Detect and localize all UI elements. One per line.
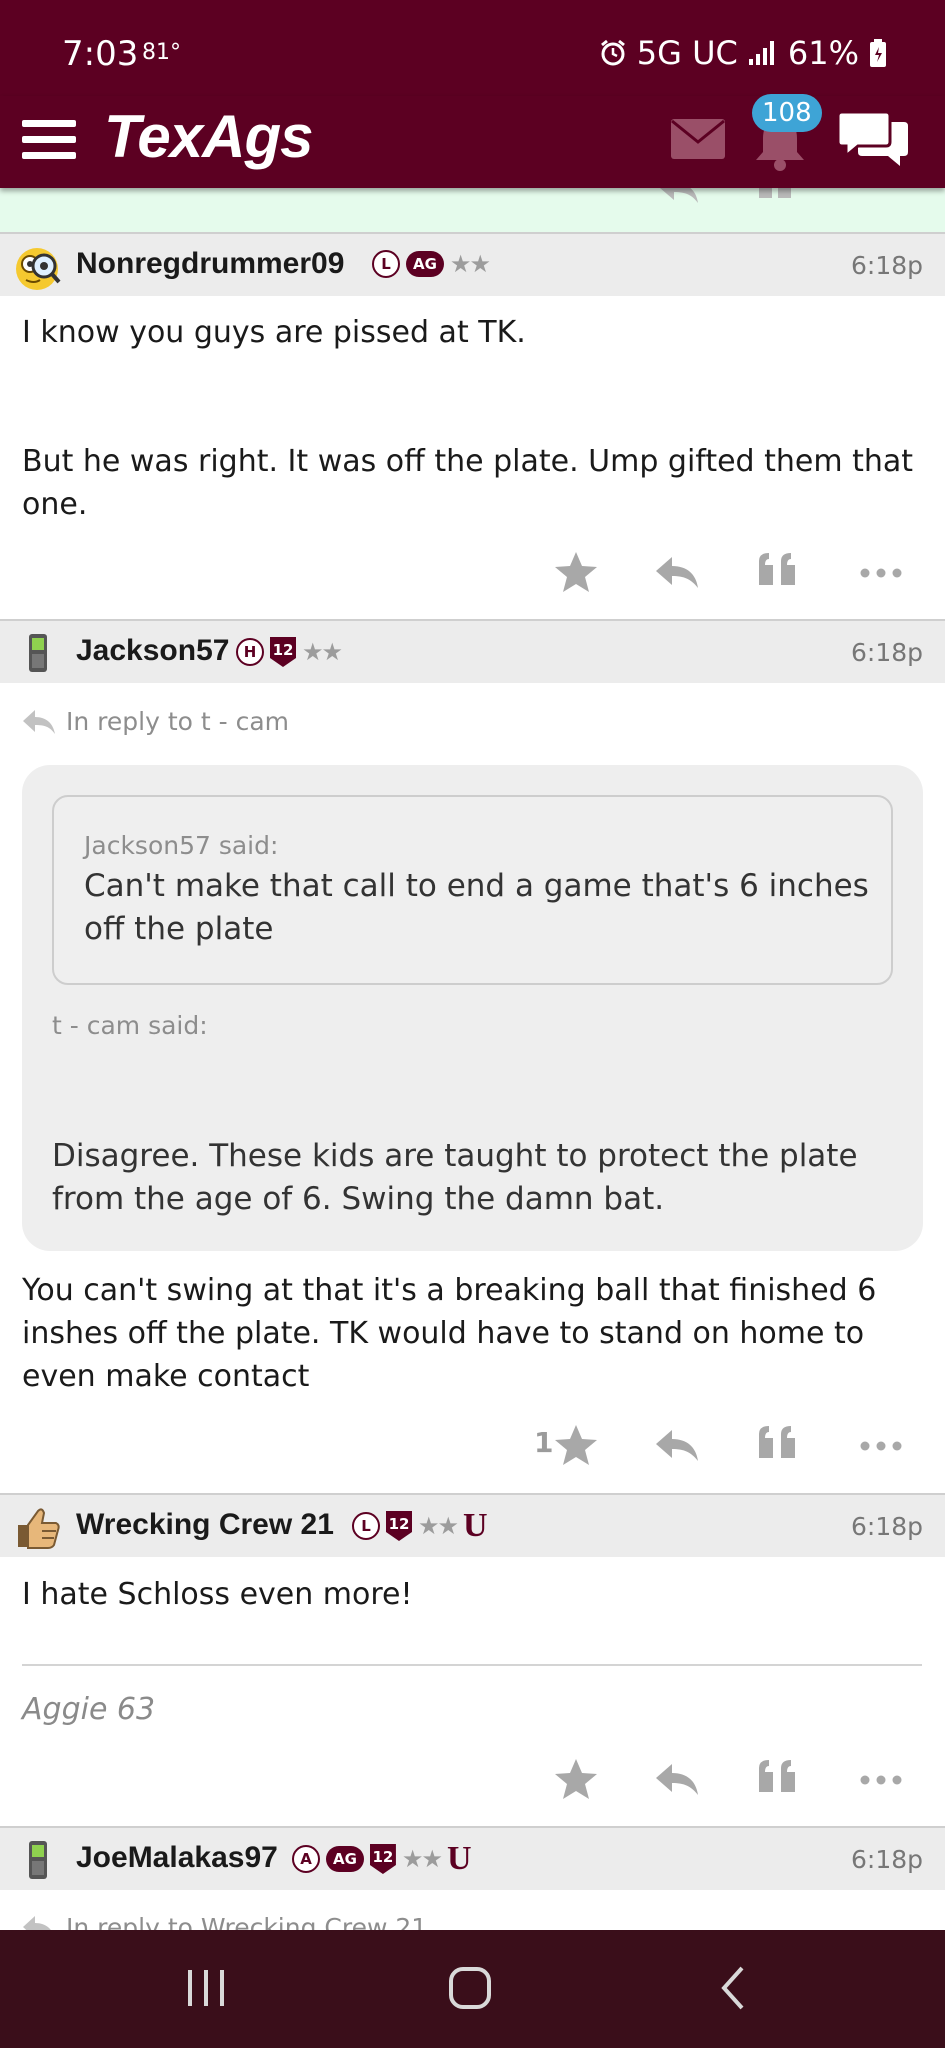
user-badges: L AG ★★ [372,250,491,278]
post-body-line: I know you guys are pissed at TK. [22,315,526,350]
phone-avatar[interactable] [12,1836,62,1886]
star-icon[interactable] [553,1756,599,1802]
reply-icon[interactable] [654,1422,700,1468]
signal-icon [748,41,774,65]
nested-quote: Jackson57 said: Can't make that call to … [52,795,893,985]
badge-stars: ★★ [418,1512,459,1540]
phone-avatar[interactable] [12,629,62,679]
post-time: 6:18p [850,251,923,280]
status-time: 7:03 [62,34,139,74]
more-icon[interactable] [858,549,904,595]
quote-icon[interactable] [755,1422,801,1468]
badge-ag: AG [406,251,444,277]
user-badges: A AG 12 ★★ U [292,1840,472,1877]
reply-to-label: In reply to t - cam [66,706,290,736]
star-count: 1 [534,1426,554,1459]
username[interactable]: Wrecking Crew 21 [76,1508,334,1542]
badge-ag: AG [326,1846,364,1872]
post-header: Jackson57 H 12 ★★ 6:18p [0,619,945,683]
texags-logo[interactable]: TexAgs [104,102,314,171]
badge-u: U [446,1840,472,1877]
badge-12: 12 [270,637,296,667]
post-body: You can't swing at that it's a breaking … [22,1273,877,1394]
signature-divider [22,1664,922,1666]
badge-12: 12 [369,1844,396,1874]
post-time: 6:18p [850,1845,923,1874]
user-badges: L 12 ★★ U [352,1507,488,1544]
quote-author: t - cam said: [52,1011,208,1040]
quote-icon[interactable] [755,549,801,595]
quote-block: Jackson57 said: Can't make that call to … [22,765,923,1251]
reply-icon[interactable] [654,549,700,595]
quote-icon[interactable] [757,188,795,206]
post-header: Nonregdrummer09 L AG ★★ 6:18p [0,232,945,296]
recent-apps-icon[interactable] [186,1964,226,2012]
menu-icon[interactable] [22,114,78,164]
status-right: 5G UC 61% [599,34,887,72]
post-body: I hate Schloss even more! [22,1577,413,1612]
thumbs-up-avatar[interactable] [12,1503,62,1553]
username[interactable]: Nonregdrummer09 [76,247,344,281]
battery-percent: 61% [787,34,859,72]
notification-badge[interactable]: 108 [752,94,822,132]
more-icon[interactable] [858,1422,904,1468]
badge-u: U [463,1507,488,1544]
badge-stars: ★★ [302,638,343,666]
more-icon[interactable] [858,1756,904,1802]
post-actions [0,541,945,601]
user-badges: H 12 ★★ [236,637,343,667]
post-header: JoeMalakas97 A AG 12 ★★ U 6:18p [0,1826,945,1890]
alarm-icon [600,39,625,66]
post-header: Wrecking Crew 21 L 12 ★★ U 6:18p [0,1493,945,1557]
post-body-line: But he was right. It was off the plate. … [22,444,914,522]
post-time: 6:18p [850,638,923,667]
badge-12: 12 [386,1511,412,1541]
badge-h: H [236,638,264,666]
network-label: 5G UC [636,34,738,72]
avatar[interactable] [12,242,62,292]
app-bar: TexAgs 108 [0,94,945,188]
reply-to-link[interactable]: In reply to t - cam [22,706,289,736]
badge-l: L [352,1512,380,1540]
status-temperature: 81° [142,40,181,65]
previous-post-fragment [0,188,945,234]
system-nav-bar [0,1930,945,2048]
username[interactable]: JoeMalakas97 [76,1841,278,1875]
mail-icon[interactable] [670,118,726,160]
username[interactable]: Jackson57 [76,634,229,668]
nested-quote-author: Jackson57 said: [84,831,279,860]
reply-icon[interactable] [654,1756,700,1802]
reply-icon[interactable] [658,188,700,206]
signature: Aggie 63 [22,1692,156,1727]
nested-quote-text: Can't make that call to end a game that'… [84,868,869,947]
post-time: 6:18p [850,1512,923,1541]
post-actions: 1 [0,1414,945,1474]
home-icon[interactable] [448,1964,494,2012]
quote-text: Disagree. These kids are taught to prote… [52,1138,858,1217]
badge-stars: ★★ [449,250,491,278]
quote-icon[interactable] [755,1756,801,1802]
battery-icon [870,39,886,67]
badge-l: L [372,250,400,278]
star-icon[interactable] [553,1422,599,1468]
reply-arrow-icon [23,710,55,734]
badge-stars: ★★ [401,1845,443,1873]
chat-icon[interactable] [838,108,910,168]
back-icon[interactable] [716,1964,752,2012]
post-actions [0,1748,945,1808]
badge-a: A [292,1845,320,1873]
star-icon[interactable] [553,549,599,595]
